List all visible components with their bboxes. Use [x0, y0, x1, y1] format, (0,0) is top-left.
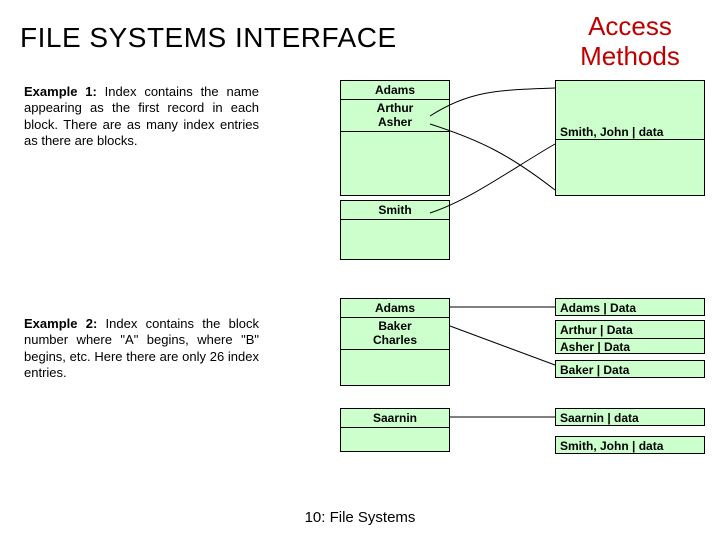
footer: 10: File Systems	[0, 509, 720, 526]
ex2-connectors	[0, 0, 720, 540]
